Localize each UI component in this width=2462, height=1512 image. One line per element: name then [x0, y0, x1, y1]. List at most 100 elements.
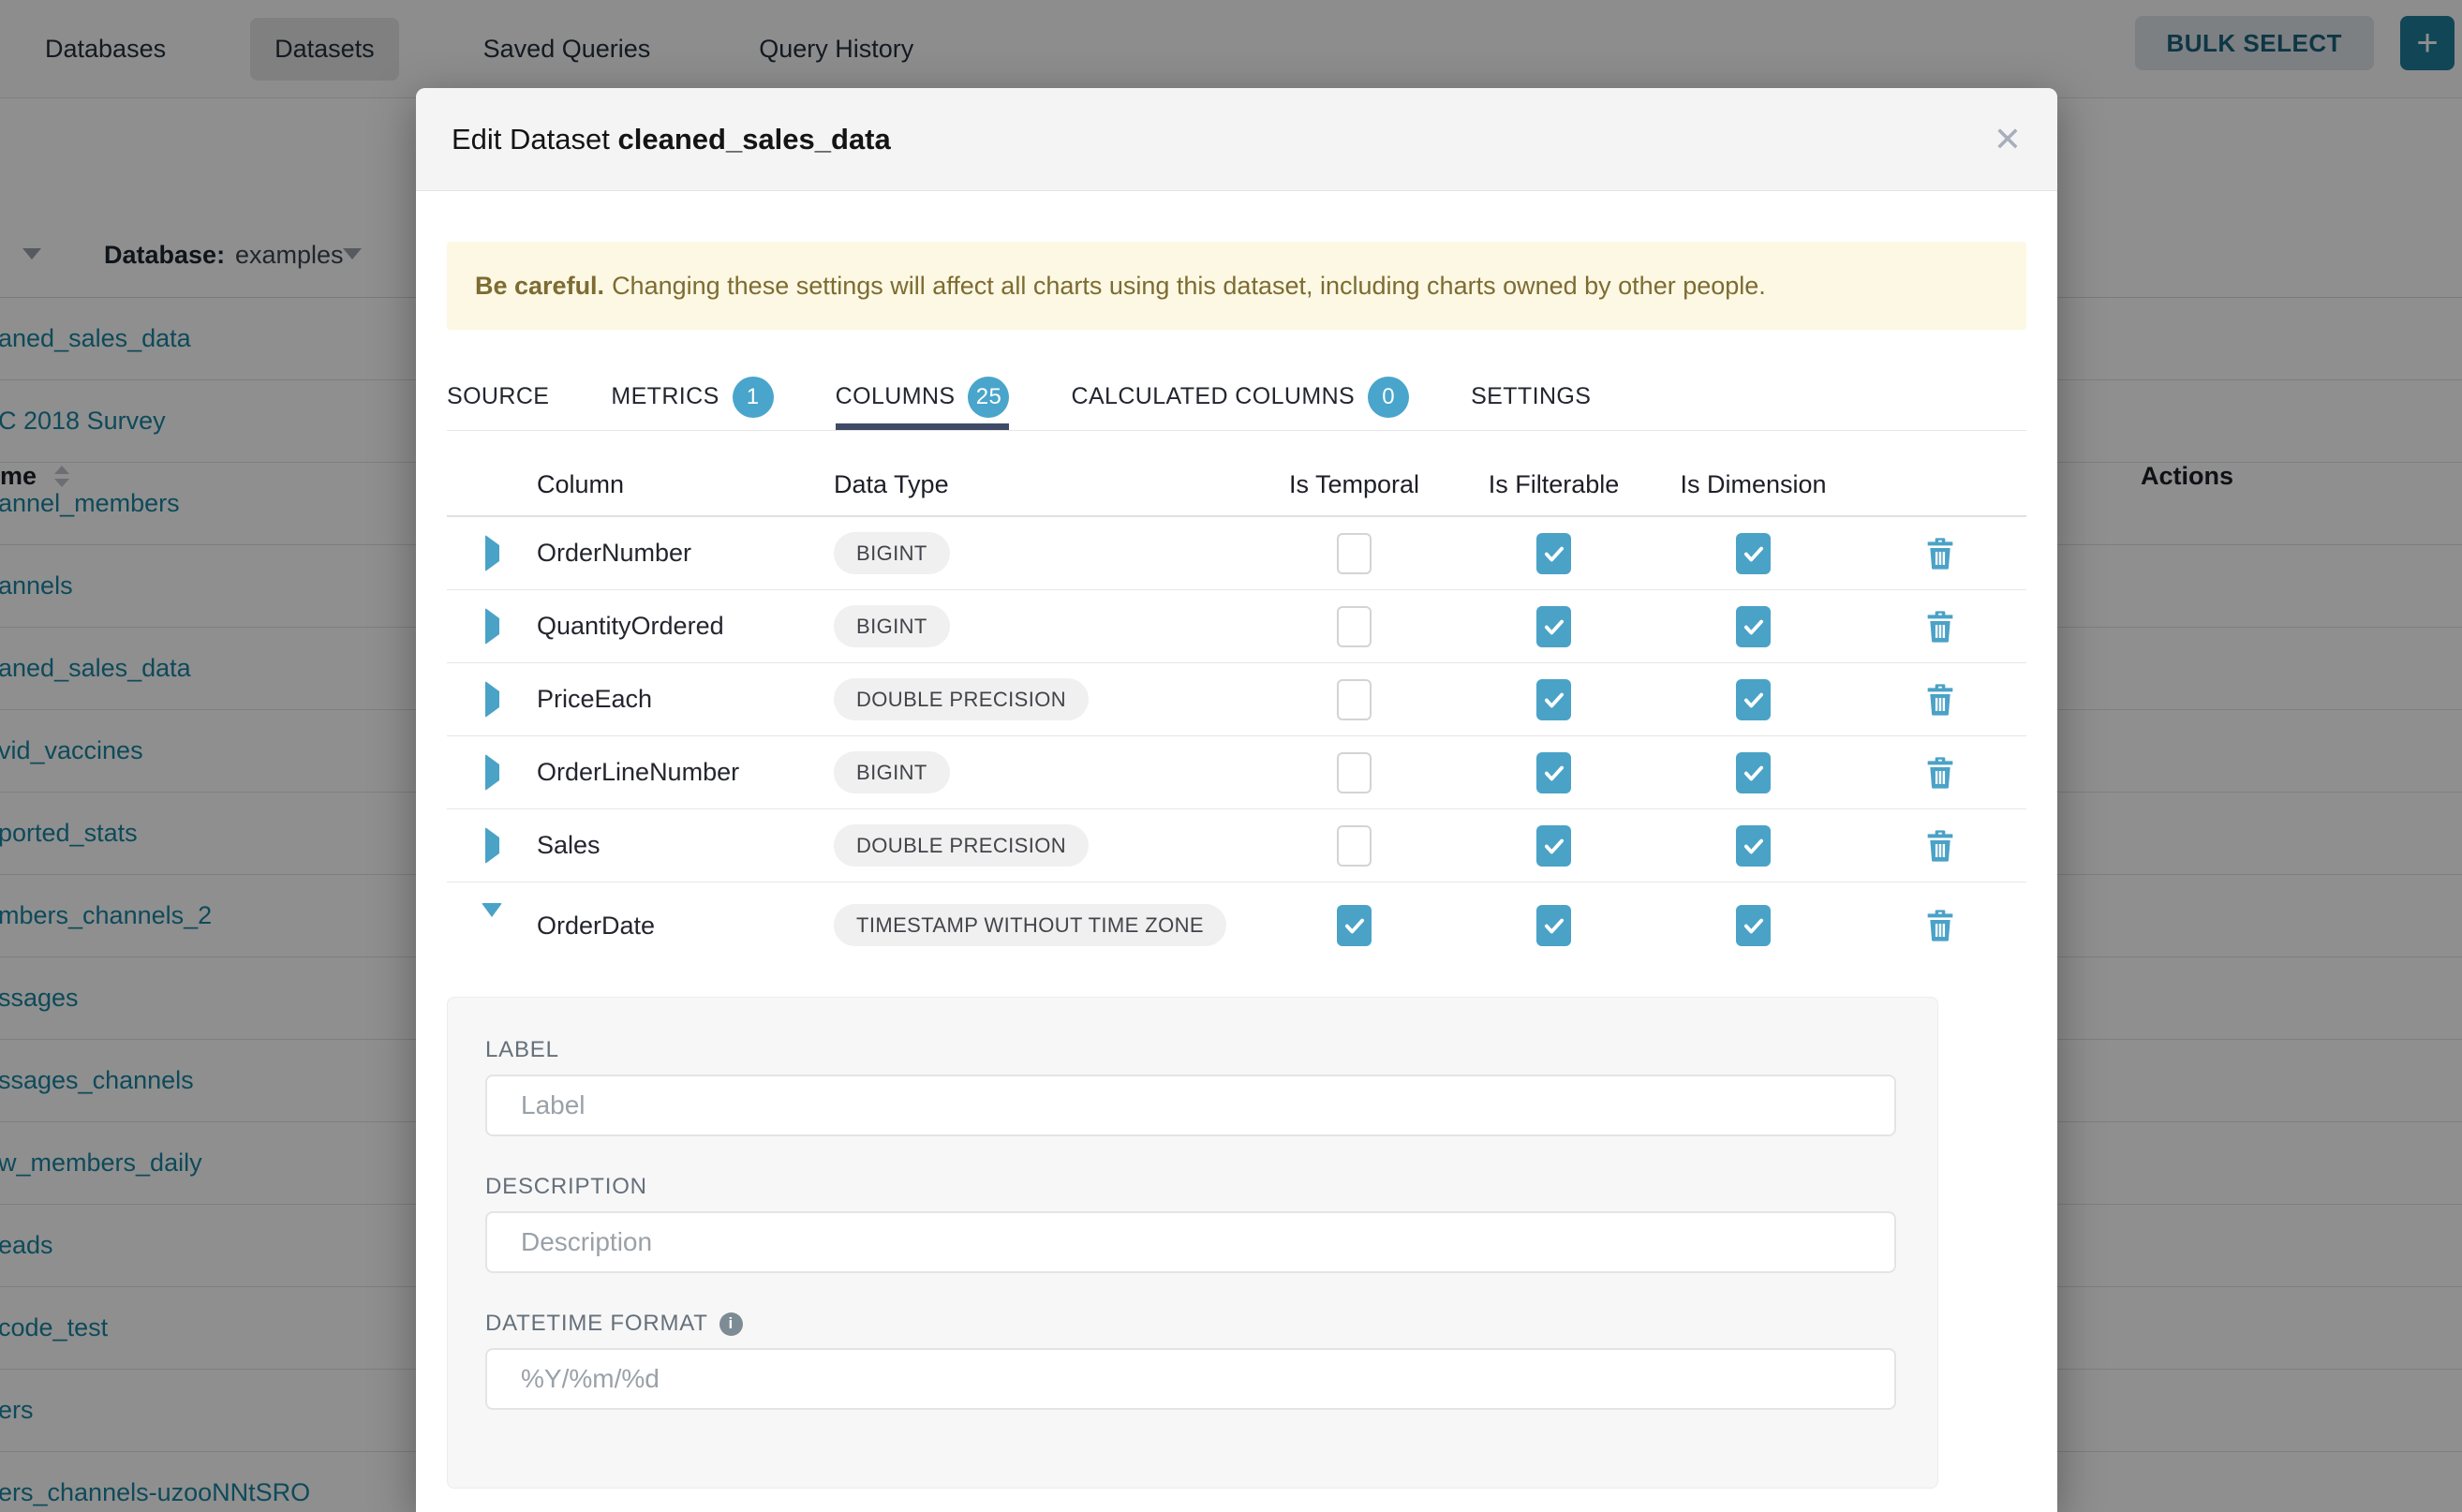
column-name: PriceEach: [537, 685, 834, 714]
is-dimension-checkbox[interactable]: [1736, 825, 1771, 867]
modal-body: Be careful. Changing these settings will…: [416, 242, 2057, 1489]
data-type-badge: BIGINT: [834, 532, 950, 574]
column-name: OrderDate: [537, 912, 834, 941]
data-type-header: Data Type: [834, 470, 1254, 499]
label-input[interactable]: [485, 1075, 1896, 1136]
check-icon: [1342, 913, 1367, 938]
tab-label: SETTINGS: [1471, 383, 1591, 410]
modal-header: Edit Dataset cleaned_sales_data ✕: [416, 88, 2057, 191]
is-temporal-checkbox[interactable]: [1337, 533, 1372, 574]
is-temporal-checkbox[interactable]: [1337, 679, 1372, 720]
delete-column-button[interactable]: [1925, 829, 1955, 863]
is-dimension-checkbox[interactable]: [1736, 752, 1771, 793]
description-input[interactable]: [485, 1211, 1896, 1273]
is-dimension-header: Is Dimension: [1680, 470, 1826, 499]
check-icon: [1542, 761, 1566, 785]
expand-caret-icon[interactable]: [485, 545, 499, 562]
trash-icon: [1925, 537, 1955, 571]
is-filterable-checkbox[interactable]: [1536, 679, 1571, 720]
trash-icon: [1925, 909, 1955, 942]
tab-source[interactable]: SOURCE: [447, 363, 549, 430]
warning-text: Changing these settings will affect all …: [612, 272, 1766, 301]
tab-columns[interactable]: COLUMNS 25: [836, 363, 1010, 430]
tab-count-badge: 25: [968, 377, 1009, 418]
trash-icon: [1925, 829, 1955, 863]
info-icon[interactable]: i: [719, 1312, 743, 1336]
tab-metrics[interactable]: METRICS1: [611, 363, 773, 430]
description-field-label: DESCRIPTION: [485, 1174, 1896, 1200]
datetime-format-field: DATETIME FORMAT i: [485, 1311, 1896, 1410]
column-row-priceeach: PriceEachDOUBLE PRECISION: [447, 663, 2026, 736]
is-filterable-header: Is Filterable: [1489, 470, 1620, 499]
tab-settings[interactable]: SETTINGS: [1471, 363, 1591, 430]
modal-title-dataset: cleaned_sales_data: [618, 123, 891, 156]
check-icon: [1742, 688, 1766, 712]
column-row-ordernumber: OrderNumberBIGINT: [447, 517, 2026, 590]
tab-label: CALCULATED COLUMNS: [1071, 383, 1355, 410]
column-name: OrderNumber: [537, 539, 834, 568]
columns-table-header: Column Data Type Is Temporal Is Filterab…: [447, 453, 2026, 517]
delete-column-button[interactable]: [1925, 683, 1955, 717]
is-filterable-checkbox[interactable]: [1536, 533, 1571, 574]
warning-bold: Be careful.: [475, 272, 604, 301]
datetime-format-input[interactable]: [485, 1348, 1896, 1410]
expand-caret-icon[interactable]: [485, 618, 499, 635]
trash-icon: [1925, 683, 1955, 717]
tab-label: COLUMNS: [836, 383, 956, 410]
check-icon: [1542, 688, 1566, 712]
tab-count-badge: 0: [1368, 377, 1409, 418]
check-icon: [1542, 541, 1566, 566]
is-filterable-checkbox[interactable]: [1536, 825, 1571, 867]
is-temporal-checkbox[interactable]: [1337, 825, 1372, 867]
edit-dataset-modal: Edit Dataset cleaned_sales_data ✕ Be car…: [416, 88, 2057, 1512]
data-type-badge: TIMESTAMP WITHOUT TIME ZONE: [834, 904, 1226, 946]
column-detail-panel: LABEL DESCRIPTION DATETIME FORMAT i: [447, 997, 1938, 1489]
column-name: Sales: [537, 831, 834, 860]
collapse-caret-icon[interactable]: [482, 917, 502, 934]
is-filterable-checkbox[interactable]: [1536, 606, 1571, 647]
close-icon[interactable]: ✕: [1994, 123, 2022, 156]
modal-title-prefix: Edit Dataset: [452, 123, 610, 156]
column-row-sales: SalesDOUBLE PRECISION: [447, 809, 2026, 882]
check-icon: [1742, 541, 1766, 566]
column-header: Column: [537, 470, 834, 499]
check-icon: [1742, 615, 1766, 639]
delete-column-button[interactable]: [1925, 756, 1955, 790]
is-temporal-checkbox[interactable]: [1337, 905, 1372, 946]
tab-label: METRICS: [611, 383, 719, 410]
is-dimension-checkbox[interactable]: [1736, 533, 1771, 574]
is-filterable-checkbox[interactable]: [1536, 752, 1571, 793]
tab-label: SOURCE: [447, 383, 549, 410]
delete-column-button[interactable]: [1925, 610, 1955, 644]
check-icon: [1542, 913, 1566, 938]
label-field: LABEL: [485, 1037, 1896, 1136]
is-filterable-checkbox[interactable]: [1536, 905, 1571, 946]
columns-table-body: OrderNumberBIGINTQuantityOrderedBIGINTPr…: [447, 517, 2026, 969]
column-row-orderdate: OrderDateTIMESTAMP WITHOUT TIME ZONE: [447, 882, 2026, 969]
modal-tabs: SOURCE METRICS1 COLUMNS 25 CALCULATED COLUMN…: [447, 363, 2026, 431]
is-dimension-checkbox[interactable]: [1736, 905, 1771, 946]
is-temporal-header: Is Temporal: [1289, 470, 1419, 499]
column-name: QuantityOrdered: [537, 612, 834, 641]
datetime-format-label-text: DATETIME FORMAT: [485, 1311, 708, 1337]
is-temporal-checkbox[interactable]: [1337, 606, 1372, 647]
is-temporal-checkbox[interactable]: [1337, 752, 1372, 793]
is-dimension-checkbox[interactable]: [1736, 679, 1771, 720]
label-field-label: LABEL: [485, 1037, 1896, 1063]
delete-column-button[interactable]: [1925, 537, 1955, 571]
expand-caret-icon[interactable]: [485, 691, 499, 708]
delete-column-button[interactable]: [1925, 909, 1955, 942]
expand-caret-icon[interactable]: [485, 838, 499, 854]
trash-icon: [1925, 610, 1955, 644]
is-dimension-checkbox[interactable]: [1736, 606, 1771, 647]
expand-caret-icon[interactable]: [485, 764, 499, 781]
data-type-badge: BIGINT: [834, 751, 950, 793]
tab-calculated-columns[interactable]: CALCULATED COLUMNS 0: [1071, 363, 1409, 430]
trash-icon: [1925, 756, 1955, 790]
check-icon: [1742, 834, 1766, 858]
datetime-format-field-label: DATETIME FORMAT i: [485, 1311, 1896, 1337]
warning-banner: Be careful. Changing these settings will…: [447, 242, 2026, 330]
check-icon: [1742, 913, 1766, 938]
description-field: DESCRIPTION: [485, 1174, 1896, 1273]
data-type-badge: DOUBLE PRECISION: [834, 824, 1089, 867]
